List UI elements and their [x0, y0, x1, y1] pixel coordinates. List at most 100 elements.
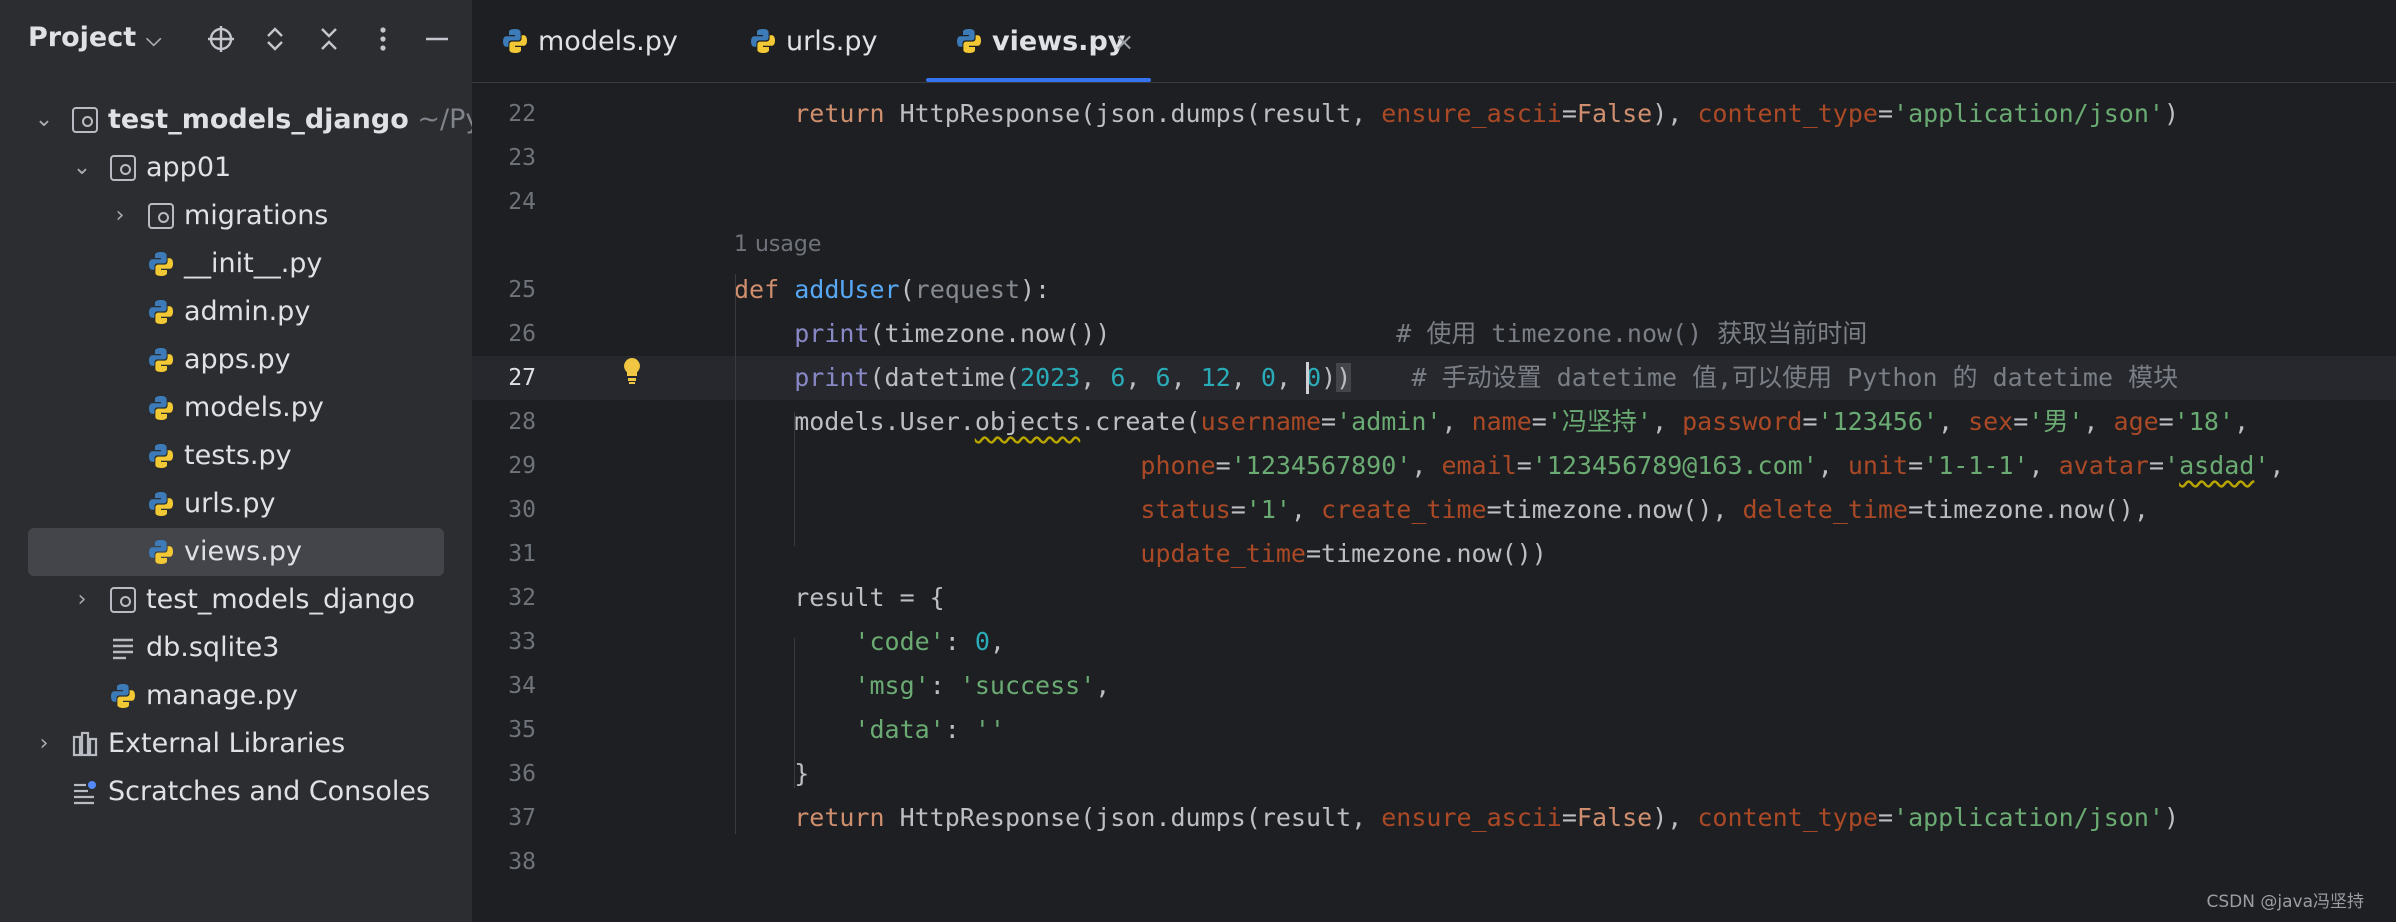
- code-line: return HttpResponse(json.dumps(result, e…: [734, 796, 2179, 840]
- tree-item-views-py[interactable]: views.py: [28, 528, 444, 576]
- chevron-right-icon[interactable]: ›: [32, 720, 56, 768]
- project-view-selector[interactable]: Project ⌵: [28, 22, 161, 53]
- usage-inlay-hint[interactable]: 1 usage: [734, 232, 821, 257]
- code-token: ,: [1411, 451, 1442, 480]
- tree-item-init-py[interactable]: __init__.py: [0, 240, 472, 288]
- code-token: HttpResponse(json.dumps(result,: [884, 99, 1382, 128]
- tree-item-label: manage.py: [146, 680, 298, 711]
- code-token: ): [1321, 363, 1337, 392]
- code-line: def addUser(request):: [734, 268, 1050, 312]
- project-sidebar: Project⌵ ⌄ test_models_django ~/Py: [0, 0, 530, 922]
- code-token: create_time: [1321, 495, 1487, 524]
- indent-guide: [794, 412, 795, 546]
- tree-item-label: test_models_django: [146, 584, 415, 615]
- tree-item-migrations[interactable]: › migrations: [0, 192, 472, 240]
- python-file-icon: [149, 300, 173, 324]
- code-token: '': [974, 715, 1005, 744]
- code-token: result = {: [734, 583, 945, 612]
- code-line: phone='1234567890', email='123456789@163…: [734, 444, 2284, 488]
- line-number: 26: [508, 321, 536, 347]
- code-token: =timezone.now(),: [1908, 495, 2149, 524]
- code-token: request: [914, 275, 1020, 304]
- code-line: result = {: [734, 576, 945, 620]
- code-token: =: [1215, 451, 1231, 480]
- line-number: 37: [508, 805, 536, 831]
- chevron-right-icon[interactable]: ›: [108, 192, 132, 240]
- tree-item-db-sqlite3[interactable]: db.sqlite3: [0, 624, 472, 672]
- line-number: 29: [508, 453, 536, 479]
- tree-item-apps-py[interactable]: apps.py: [0, 336, 472, 384]
- code-token: =timezone.now()): [1305, 539, 1547, 568]
- code-token: ,: [1441, 407, 1472, 436]
- code-line: 'data': '': [734, 708, 1005, 752]
- code-line: status='1', create_time=timezone.now(), …: [734, 488, 2149, 532]
- code-line: print(datetime(2023, 6, 6, 12, 0, 0)) # …: [734, 356, 2178, 400]
- collapse-all-icon[interactable]: [313, 22, 345, 56]
- tab-views-py[interactable]: views.py ×: [926, 0, 1151, 84]
- code-token: delete_time: [1742, 495, 1909, 524]
- code-token: =: [1877, 803, 1894, 832]
- code-token: 'success': [959, 671, 1096, 700]
- tree-item-label: External Libraries: [108, 728, 346, 759]
- tree-item-manage-py[interactable]: manage.py: [0, 672, 472, 720]
- project-tree: ⌄ test_models_django ~/Pycha ⌄ app01 › m…: [0, 96, 530, 816]
- expand-all-icon[interactable]: [259, 22, 291, 56]
- tree-item-scratches[interactable]: Scratches and Consoles: [0, 768, 472, 816]
- code-token: ): [2163, 99, 2180, 128]
- indent-guide: [735, 274, 736, 834]
- code-text-area[interactable]: return HttpResponse(json.dumps(result, e…: [602, 82, 2396, 922]
- code-token: '123456789@163.com': [1531, 451, 1818, 480]
- line-number: 38: [508, 849, 536, 875]
- code-token: ,: [1651, 407, 1683, 436]
- code-token: return: [794, 803, 885, 832]
- code-token: def: [734, 275, 780, 304]
- python-file-icon: [957, 29, 981, 53]
- package-folder-icon: [110, 587, 136, 613]
- code-token: =: [1561, 803, 1577, 832]
- code-token: email: [1441, 451, 1517, 480]
- code-token: ,: [1125, 363, 1156, 392]
- line-number: 27: [508, 365, 536, 391]
- python-file-icon: [149, 444, 173, 468]
- tree-item-models-py[interactable]: models.py: [0, 384, 472, 432]
- locate-file-icon[interactable]: [205, 22, 237, 56]
- scratches-icon: [74, 781, 96, 805]
- code-token: status: [1140, 495, 1231, 524]
- code-token: 'msg': [854, 671, 930, 700]
- line-number: 24: [508, 189, 536, 215]
- line-number: 32: [508, 585, 536, 611]
- tree-item-label: admin.py: [184, 296, 311, 327]
- lightbulb-icon[interactable]: [620, 356, 644, 386]
- code-token: '18': [2173, 407, 2234, 436]
- code-token: '冯坚持': [1546, 407, 1652, 436]
- close-tab-icon[interactable]: ×: [1114, 0, 1134, 84]
- chevron-down-icon[interactable]: ⌄: [32, 96, 56, 144]
- tree-item-tests-py[interactable]: tests.py: [0, 432, 472, 480]
- more-options-icon[interactable]: [367, 22, 399, 56]
- code-token: return: [794, 99, 885, 128]
- chevron-down-icon[interactable]: ⌄: [70, 144, 94, 192]
- tree-item-urls-py[interactable]: urls.py: [0, 480, 472, 528]
- tree-item-label: db.sqlite3: [146, 632, 280, 663]
- code-token: 6: [1155, 363, 1171, 392]
- code-token: =: [2148, 451, 2164, 480]
- code-token: (: [869, 363, 885, 392]
- code-token: ),: [1652, 803, 1698, 832]
- code-token: print: [794, 319, 870, 348]
- tree-item-app01[interactable]: ⌄ app01: [0, 144, 472, 192]
- tree-item-external-libraries[interactable]: › External Libraries: [0, 720, 472, 768]
- code-line: return HttpResponse(json.dumps(result, e…: [734, 92, 2179, 136]
- text-file-icon: [113, 638, 133, 660]
- code-token: 2023: [1020, 363, 1081, 392]
- tree-item-project-root[interactable]: ⌄ test_models_django ~/Pycha: [0, 96, 530, 144]
- tree-item-admin-py[interactable]: admin.py: [0, 288, 472, 336]
- line-number: 30: [508, 497, 536, 523]
- tree-item-test-models-django-pkg[interactable]: › test_models_django: [0, 576, 472, 624]
- code-token: =: [1531, 407, 1547, 436]
- hide-panel-icon[interactable]: [421, 22, 453, 56]
- chevron-right-icon[interactable]: ›: [70, 576, 94, 624]
- sidebar-header: Project ⌵: [0, 0, 472, 84]
- code-token: ,: [1170, 363, 1201, 392]
